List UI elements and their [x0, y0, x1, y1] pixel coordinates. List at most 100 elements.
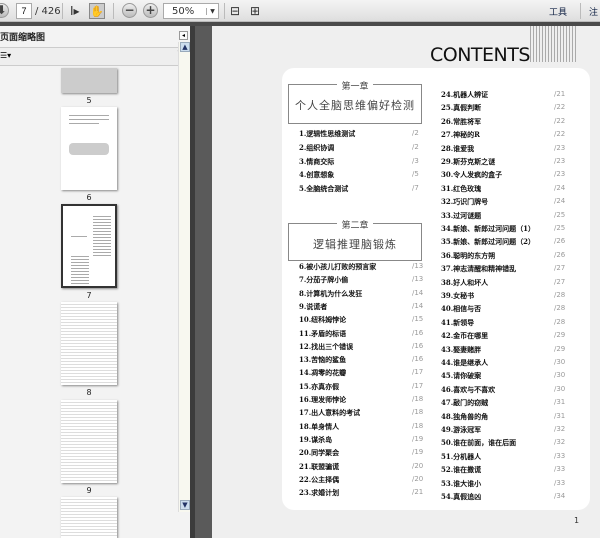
toc-entry[interactable]: 25.真假判断: [441, 103, 481, 113]
toc-entry[interactable]: 37.神志清醒和精神错乱: [441, 264, 516, 274]
toc-page-ref: /28: [554, 291, 566, 299]
toc-entry[interactable]: 11.矛盾的标语: [299, 329, 346, 339]
toc-entry[interactable]: 16.理发师悖论: [299, 395, 346, 405]
toc-page-ref: /13: [412, 262, 424, 270]
toc-page-ref: /17: [412, 368, 424, 377]
toc-entry[interactable]: 13.苦恼的鲨鱼: [299, 355, 346, 365]
toc-entry[interactable]: 23.求婚计划: [299, 488, 339, 498]
thumbnail-label: 6: [86, 193, 92, 202]
toc-page-ref: /32: [554, 438, 566, 447]
hand-tool-icon[interactable]: ✋: [89, 3, 105, 19]
toc-entry[interactable]: 41.新领导: [441, 318, 474, 328]
toc-entry[interactable]: 15.亦真亦假: [299, 382, 339, 392]
toc-page-ref: /14: [412, 301, 424, 310]
toc-entry[interactable]: 44.谁是继承人: [441, 358, 488, 368]
fit-page-icon[interactable]: ⊞: [250, 3, 260, 19]
toc-entry[interactable]: 35.新娘、新郎过河问题（2）: [441, 237, 535, 247]
zoom-select[interactable]: 50% ▼: [163, 3, 219, 19]
toc-page-ref: /2: [412, 142, 419, 151]
toc-page-ref: /19: [412, 434, 424, 443]
fit-width-icon[interactable]: ⊟: [230, 3, 240, 19]
toc-entry[interactable]: 49.游泳冠军: [441, 425, 481, 435]
options-icon[interactable]: ☰▾: [0, 51, 11, 60]
toc-page-ref: /17: [412, 381, 424, 390]
toc-page-ref: /32: [554, 425, 566, 433]
toc-entry[interactable]: 18.单身情人: [299, 422, 339, 432]
toc-entry[interactable]: 27.神秘的R: [441, 130, 480, 140]
toc-entry[interactable]: 42.金币在哪里: [441, 331, 488, 341]
toc-page-ref: /22: [554, 130, 566, 139]
toc-entry[interactable]: 17.出人意料的考试: [299, 408, 360, 418]
scroll-up-button[interactable]: ▲: [180, 42, 190, 52]
toc-entry[interactable]: 24.机器人辨证: [441, 90, 488, 100]
toc-page-ref: /23: [554, 170, 566, 179]
toc-entry[interactable]: 3.情商交际: [299, 157, 334, 167]
toc-entry[interactable]: 46.喜欢与不喜欢: [441, 385, 495, 395]
chapter-number: 第二章: [337, 221, 373, 231]
toc-entry[interactable]: 12.找出三个错误: [299, 342, 353, 352]
toc-entry[interactable]: 29.斯芬克斯之谜: [441, 157, 495, 167]
next-page-button[interactable]: ⬇: [0, 3, 9, 18]
thumbnail-page-7[interactable]: [61, 204, 117, 288]
toc-page-ref: /20: [412, 474, 424, 483]
toc-entry[interactable]: 47.敲门的窃贼: [441, 398, 488, 408]
toc-page-ref: /30: [554, 358, 566, 366]
zoom-out-button[interactable]: −: [122, 3, 137, 18]
toc-entry[interactable]: 31.红色玫瑰: [441, 184, 481, 194]
toc-entry[interactable]: 26.常胜将军: [441, 117, 481, 127]
toc-entry[interactable]: 19.谋杀岛: [299, 435, 332, 445]
toc-page-ref: /7: [412, 184, 419, 192]
toc-entry[interactable]: 48.独角兽的角: [441, 412, 488, 422]
toc-entry[interactable]: 40.相信与否: [441, 304, 481, 314]
toc-entry[interactable]: 10.纽科姆悖论: [299, 315, 346, 325]
toc-entry[interactable]: 32.巧识门牌号: [441, 197, 488, 207]
toc-entry[interactable]: 34.新娘、新郎过河问题（1）: [441, 224, 535, 234]
thumbnail-page-10[interactable]: [61, 497, 117, 538]
scroll-down-button[interactable]: ▼: [180, 500, 190, 510]
page-number-input[interactable]: [16, 3, 32, 19]
thumbnail-label: 7: [86, 291, 92, 300]
thumbnail-page-5[interactable]: [61, 68, 117, 93]
select-tool-icon[interactable]: I▸: [70, 3, 80, 19]
toc-page-ref: /16: [412, 341, 424, 350]
toc-entry[interactable]: 4.创意想象: [299, 170, 334, 180]
toc-entry[interactable]: 38.好人和坏人: [441, 278, 488, 288]
toc-entry[interactable]: 22.公主择偶: [299, 475, 339, 485]
toc-entry[interactable]: 54.真假追凶: [441, 492, 481, 502]
toc-entry[interactable]: 28.谁爱我: [441, 144, 474, 154]
toc-entry[interactable]: 50.谁在前面，谁在后面: [441, 438, 516, 448]
toc-entry[interactable]: 9.说谎者: [299, 302, 327, 312]
toc-entry[interactable]: 8.计算机为什么发狂: [299, 289, 362, 299]
toc-entry[interactable]: 33.过河谜题: [441, 211, 481, 221]
tools-button[interactable]: 工具: [549, 3, 567, 19]
thumbnails-scrollbar[interactable]: ▲ ▼: [178, 42, 190, 512]
thumbnail-page-8[interactable]: [61, 302, 117, 385]
toc-entry[interactable]: 53.谁大谁小: [441, 479, 481, 489]
toc-entry[interactable]: 14.凋零的花瓣: [299, 368, 346, 378]
toc-page-ref: /20: [412, 461, 424, 470]
toc-entry[interactable]: 1.逻辑性思维测试: [299, 129, 355, 139]
toc-entry[interactable]: 2.组织协调: [299, 143, 334, 153]
zoom-in-button[interactable]: +: [143, 3, 158, 18]
toc-entry[interactable]: 30.令人发疯的盒子: [441, 170, 502, 180]
decorative-stripes: [530, 26, 576, 62]
thumbnail-page-6[interactable]: [61, 107, 117, 190]
toc-entry[interactable]: 36.聪明的东方朔: [441, 251, 495, 261]
thumbnail-page-9[interactable]: [61, 400, 117, 483]
panel-splitter[interactable]: [190, 26, 195, 538]
toc-entry[interactable]: 45.请你破案: [441, 371, 481, 381]
toc-entry[interactable]: 21.联盟骗谎: [299, 462, 339, 472]
comment-button[interactable]: 注: [589, 3, 598, 19]
toc-page-ref: /29: [554, 344, 566, 353]
toc-page-ref: /29: [554, 331, 566, 340]
toc-entry[interactable]: 6.被小孩儿打败的预言家: [299, 262, 376, 272]
toc-entry[interactable]: 43.娶妻赌胖: [441, 345, 481, 355]
toc-entry[interactable]: 7.分茄子牌小偷: [299, 275, 348, 285]
collapse-panel-button[interactable]: ◂: [179, 31, 188, 40]
toc-entry[interactable]: 51.分机器人: [441, 452, 481, 462]
toc-entry[interactable]: 20.同学聚会: [299, 448, 339, 458]
toc-entry[interactable]: 52.谁在撒谎: [441, 465, 481, 475]
toc-entry[interactable]: 39.女秘书: [441, 291, 474, 301]
toc-page-ref: /24: [554, 197, 566, 206]
toc-entry[interactable]: 5.全脑统合测试: [299, 184, 348, 194]
